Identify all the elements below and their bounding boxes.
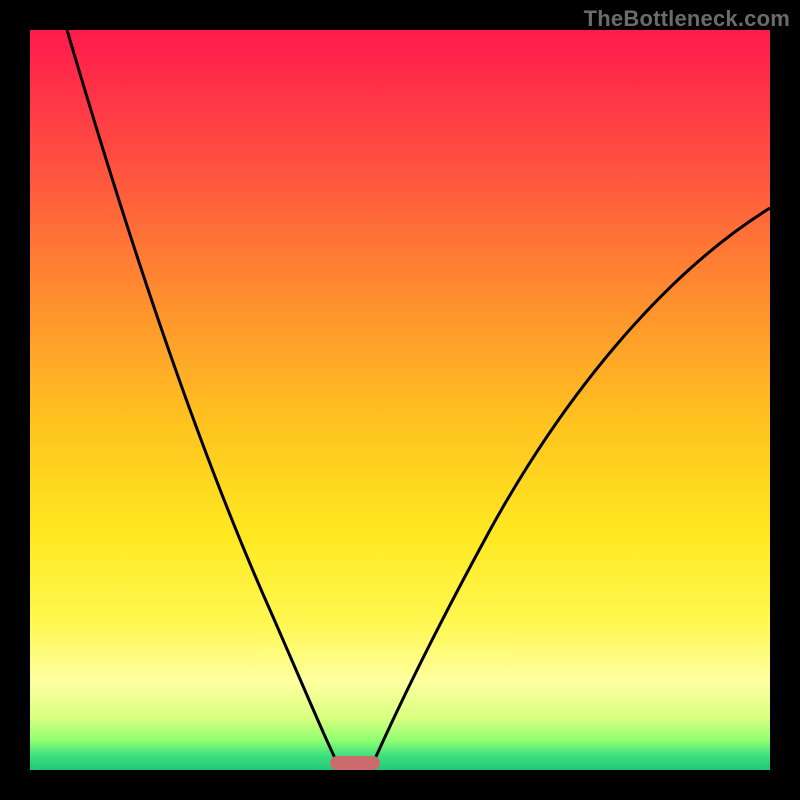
- plot-area: [30, 30, 770, 770]
- watermark-text: TheBottleneck.com: [584, 6, 790, 32]
- curve-left-branch: [67, 30, 341, 770]
- curve-right-branch: [370, 208, 770, 770]
- optimal-marker: [330, 756, 380, 770]
- bottleneck-curve: [30, 30, 770, 770]
- chart-frame: TheBottleneck.com: [0, 0, 800, 800]
